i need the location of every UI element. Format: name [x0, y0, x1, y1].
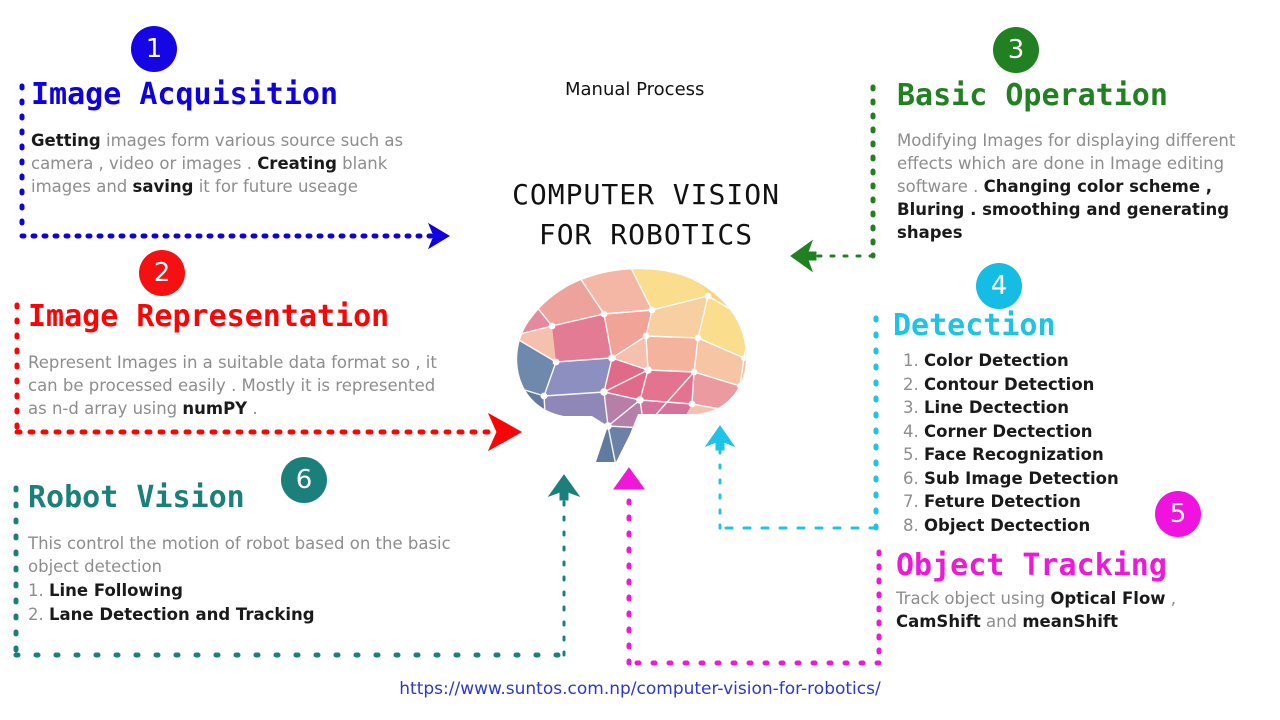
list-number: 4. [903, 421, 919, 441]
list-item: 1. Color Detection [903, 349, 1223, 373]
section-robot-vision: Robot Vision This control the motion of … [28, 481, 528, 626]
source-url-link[interactable]: https://www.suntos.com.np/computer-visio… [0, 679, 1280, 699]
list-item: 4. Corner Dectection [903, 420, 1223, 444]
list-number: 6. [903, 468, 919, 488]
section-badge-5: 5 [1155, 491, 1201, 537]
low-poly-brain-icon [517, 269, 746, 463]
list-label: Contour Detection [924, 374, 1095, 394]
list-label: Sub Image Detection [924, 468, 1119, 488]
section-heading-3: Basic Operation [897, 78, 1168, 113]
list-number: 2. [903, 374, 919, 394]
list-item: 1. Line Following [28, 579, 528, 603]
list-label: Line Following [49, 581, 183, 600]
list-label: Color Detection [924, 351, 1069, 370]
page-title: COMPUTER VISION FOR ROBOTICS [486, 175, 806, 255]
list-item: 3. Line Dectection [903, 396, 1223, 420]
section-body-2: Represent Images in a suitable data form… [28, 353, 437, 418]
section-badge-4: 4 [976, 263, 1022, 309]
section-body-1: Getting images form various source such … [31, 131, 404, 196]
list-number: 3. [903, 398, 919, 417]
page-title-line1: COMPUTER VISION [512, 178, 780, 211]
section-heading-6: Robot Vision [28, 480, 245, 515]
section-body-3: Modifying Images for displaying differen… [897, 131, 1236, 242]
section-badge-6: 6 [281, 457, 327, 503]
list-label: Lane Detection and Tracking [49, 604, 315, 624]
list-label: Object Dectection [924, 515, 1091, 535]
list-label: Face Recognization [924, 445, 1104, 464]
list-item: 5. Face Recognization [903, 443, 1223, 467]
section-heading-5: Object Tracking [896, 548, 1167, 583]
section-image-acquisition: Image Acquisition Getting images form va… [31, 78, 441, 198]
list-item: 2. Lane Detection and Tracking [28, 603, 528, 627]
section-heading-2: Image Representation [28, 299, 390, 334]
section-image-representation: Image Representation Represent Images in… [28, 300, 468, 420]
infographic-canvas: Manual Process COMPUTER VISION FOR ROBOT… [0, 0, 1280, 720]
list-label: Line Dectection [924, 398, 1070, 417]
list-number: 5. [903, 445, 919, 464]
list-label: Feture Detection [924, 492, 1081, 511]
list-number: 1. [903, 351, 919, 370]
list-label: Corner Dectection [924, 421, 1093, 441]
page-title-line2: FOR ROBOTICS [538, 218, 754, 251]
list-item: 2. Contour Detection [903, 373, 1223, 397]
connector-object-tracking [613, 467, 882, 666]
list-item: 6. Sub Image Detection [903, 467, 1223, 491]
section-heading-1: Image Acquisition [31, 77, 339, 112]
section-list-6: 1. Line Following 2. Lane Detection and … [28, 579, 528, 626]
section-body-5: Track object using Optical Flow , CamShi… [896, 589, 1177, 631]
list-number: 1. [28, 581, 44, 600]
section-basic-operation: Basic Operation Modifying Images for dis… [897, 79, 1242, 244]
list-number: 7. [903, 492, 919, 511]
section-badge-3: 3 [993, 27, 1039, 73]
section-badge-1: 1 [131, 26, 177, 72]
section-body-6: This control the motion of robot based o… [28, 534, 451, 576]
section-object-tracking: Object Tracking Track object using Optic… [896, 549, 1236, 633]
list-number: 2. [28, 604, 44, 624]
list-number: 8. [903, 515, 919, 535]
section-heading-4: Detection [893, 308, 1056, 343]
manual-process-label: Manual Process [565, 79, 705, 100]
section-badge-2: 2 [139, 250, 185, 296]
